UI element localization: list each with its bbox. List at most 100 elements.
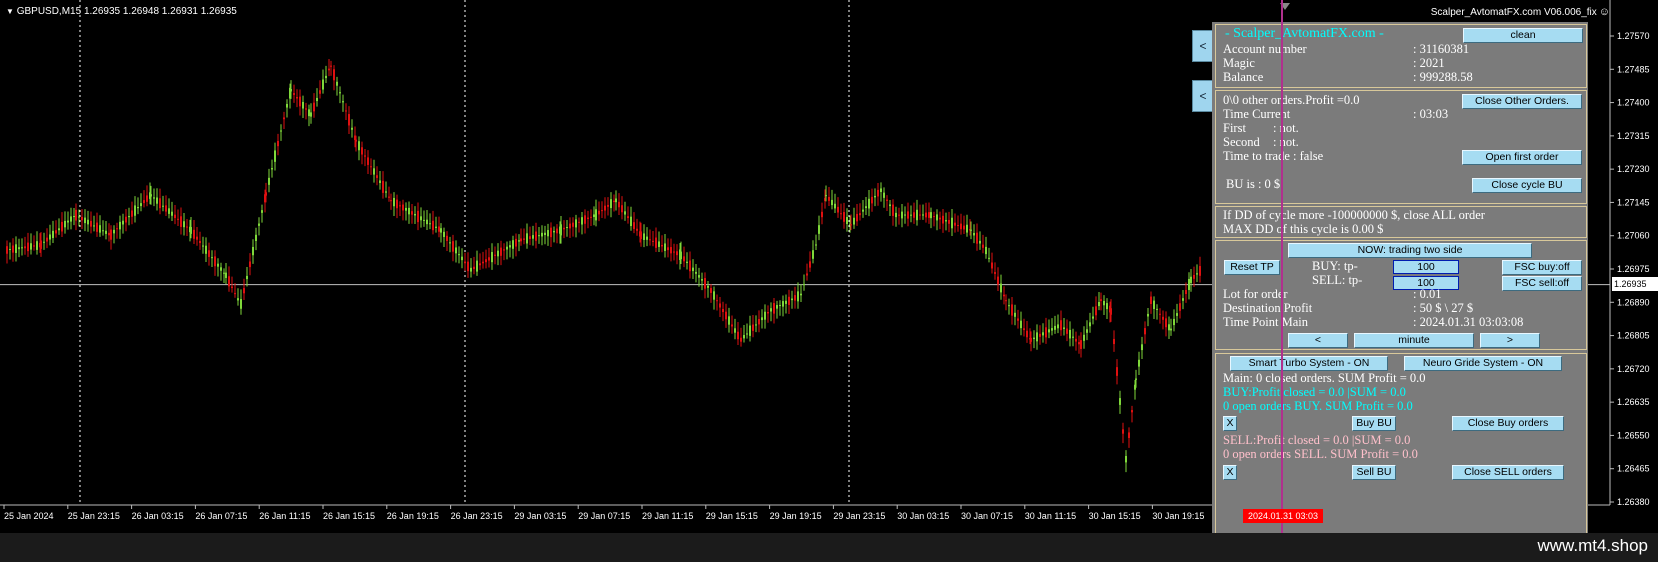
time-marker-line[interactable] xyxy=(1281,0,1283,533)
candle-body xyxy=(749,325,751,336)
candle-body xyxy=(601,210,603,212)
candle-body xyxy=(1131,410,1133,413)
candle-body xyxy=(370,166,372,168)
sell-profit-text: SELL:Profit closed = 0.0 |SUM = 0.0 xyxy=(1223,433,1411,447)
candle-body xyxy=(503,249,505,251)
candle-body xyxy=(33,245,35,247)
candle-body xyxy=(90,220,92,227)
candle-body xyxy=(408,207,410,215)
close-other-orders-button[interactable]: Close Other Orders. xyxy=(1462,94,1582,109)
candle-body xyxy=(1098,302,1100,307)
candle-body xyxy=(544,232,546,236)
candle-body xyxy=(24,246,26,249)
next-time-button[interactable]: > xyxy=(1480,333,1540,348)
candle-body xyxy=(610,199,612,209)
candle-body xyxy=(336,81,338,86)
candle-body xyxy=(1144,328,1146,335)
smart-turbo-button[interactable]: Smart Turbo System - ON xyxy=(1230,356,1388,371)
candle-body xyxy=(299,96,301,107)
candle-body xyxy=(18,247,20,250)
close-sell-orders-button[interactable]: Close SELL orders xyxy=(1452,465,1564,480)
candle-body xyxy=(973,232,975,236)
candle-body xyxy=(1086,329,1088,333)
candle-body xyxy=(883,192,885,198)
candle-body xyxy=(752,324,754,331)
candle-body xyxy=(547,230,549,237)
candle-body xyxy=(963,225,965,230)
candle-body xyxy=(779,304,781,306)
time-tick-label: 25 Jan 2024 xyxy=(4,511,54,521)
open-first-order-button[interactable]: Open first order xyxy=(1462,150,1582,165)
candle-body xyxy=(743,335,745,339)
candle-body xyxy=(261,210,263,213)
reset-tp-button[interactable]: Reset TP xyxy=(1224,260,1280,275)
candle-body xyxy=(382,180,384,193)
candle-body xyxy=(93,225,95,227)
candle-body xyxy=(1128,432,1130,438)
fsc-buy-button[interactable]: FSC buy:off xyxy=(1502,260,1582,275)
candle-body xyxy=(12,245,14,253)
candle-body xyxy=(624,211,626,215)
candle-body xyxy=(102,230,104,232)
candle-body xyxy=(225,272,227,278)
prev-time-button[interactable]: < xyxy=(1288,333,1348,348)
expert-name: Scalper_AvtomatFX.com V06.006_fix ☺ xyxy=(1430,6,1610,18)
candle-body xyxy=(1165,318,1167,328)
candle-body xyxy=(1116,367,1118,376)
price-tick-label: 1.26635 xyxy=(1617,397,1650,407)
candle-body xyxy=(1036,332,1038,342)
candle-body xyxy=(15,244,17,253)
candle-body xyxy=(658,241,660,247)
price-tick-label: 1.27145 xyxy=(1617,197,1650,207)
close-cycle-bu-button[interactable]: Close cycle BU xyxy=(1472,178,1582,193)
candle-body xyxy=(767,311,769,314)
candle-body xyxy=(27,242,29,252)
candle-body xyxy=(865,206,867,209)
fsc-sell-button[interactable]: FSC sell:off xyxy=(1502,276,1582,291)
candle-body xyxy=(440,228,442,233)
trading-mode-button[interactable]: NOW: trading two side xyxy=(1288,243,1532,258)
candle-body xyxy=(907,211,909,219)
balance-value: : 999288.58 xyxy=(1413,70,1473,84)
sell-x-button[interactable]: X xyxy=(1223,465,1237,480)
candle-body xyxy=(393,197,395,207)
candle-body xyxy=(153,197,155,199)
minute-button[interactable]: minute xyxy=(1354,333,1474,348)
candle-body xyxy=(87,219,89,225)
buy-x-button[interactable]: X xyxy=(1223,416,1237,431)
candle-body xyxy=(333,69,335,81)
candle-body xyxy=(193,229,195,239)
buy-tp-input[interactable]: 100 xyxy=(1393,260,1459,274)
candle-body xyxy=(1176,313,1178,316)
second-value: : not. xyxy=(1273,135,1299,149)
neuro-grid-button[interactable]: Neuro Gride System - ON xyxy=(1404,356,1562,371)
close-buy-orders-button[interactable]: Close Buy orders xyxy=(1452,416,1564,431)
panel-collapse-button-1[interactable]: < xyxy=(1192,30,1214,62)
buy-bu-button[interactable]: Buy BU xyxy=(1352,416,1396,431)
candle-body xyxy=(473,266,475,270)
time-point-main-label: Time Point Main xyxy=(1223,315,1308,329)
candle-body xyxy=(258,223,260,226)
candle-body xyxy=(584,215,586,224)
candle-body xyxy=(797,291,799,302)
candle-body xyxy=(526,233,528,244)
candle-body xyxy=(1030,337,1032,342)
sell-bu-button[interactable]: Sell BU xyxy=(1352,465,1396,480)
candle-body xyxy=(509,245,511,248)
candle-body xyxy=(834,203,836,209)
candle-body xyxy=(426,219,428,225)
panel-collapse-button-2[interactable]: < xyxy=(1192,80,1214,112)
systems-box: Smart Turbo System - ON Neuro Gride Syst… xyxy=(1215,353,1587,533)
candle-body xyxy=(296,97,298,99)
candle-body xyxy=(305,108,307,110)
candle-body xyxy=(895,212,897,218)
candle-body xyxy=(560,224,562,236)
candle-body xyxy=(1080,340,1082,349)
clean-button[interactable]: clean xyxy=(1463,28,1583,43)
candle-body xyxy=(607,204,609,207)
candle-body xyxy=(695,271,697,274)
candle-body xyxy=(470,267,472,272)
current-time-label: 2024.01.31 03:03 xyxy=(1243,509,1323,523)
candle-body xyxy=(661,244,663,247)
candle-body xyxy=(954,222,956,226)
